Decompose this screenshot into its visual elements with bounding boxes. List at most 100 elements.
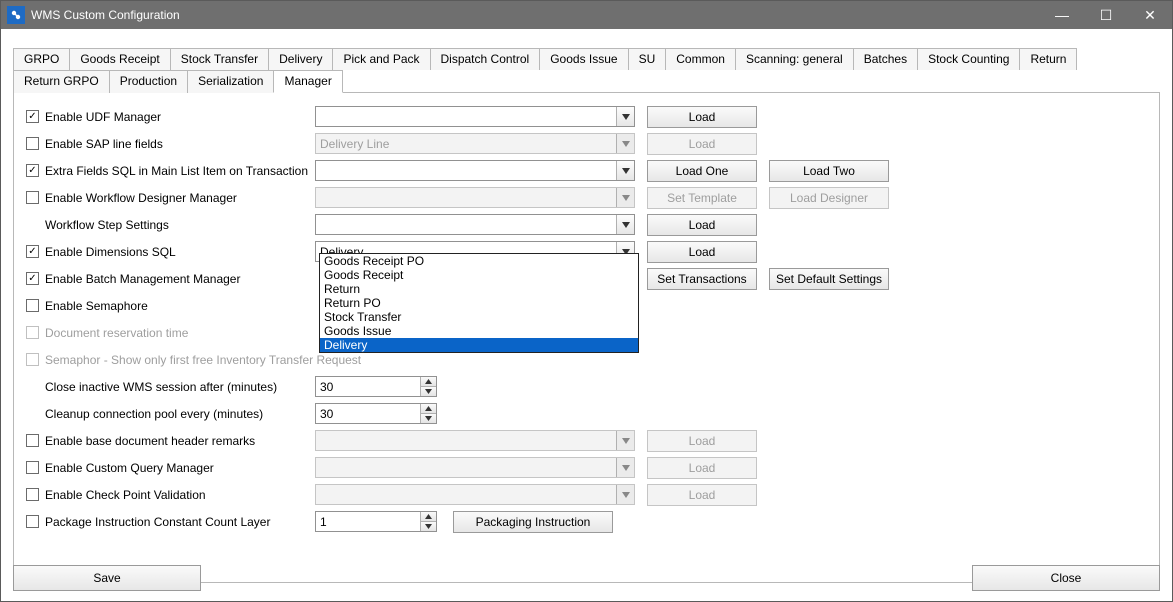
package-count-numeric[interactable]: 1 — [315, 511, 437, 532]
chevron-down-icon — [616, 188, 634, 207]
basedoc-remarks-checkbox[interactable] — [26, 434, 39, 447]
basedoc-combo — [315, 430, 635, 451]
tab-batches[interactable]: Batches — [853, 48, 918, 70]
window-title: WMS Custom Configuration — [31, 8, 1040, 22]
tab-pick-and-pack[interactable]: Pick and Pack — [332, 48, 430, 70]
tab-return-grpo[interactable]: Return GRPO — [13, 70, 110, 93]
enable-dimensions-checkbox[interactable]: ✓ — [26, 245, 39, 258]
load-one-button[interactable]: Load One — [647, 160, 757, 182]
spin-up-icon[interactable] — [421, 404, 436, 414]
close-inactive-numeric[interactable]: 30 — [315, 376, 437, 397]
checkpoint-checkbox[interactable] — [26, 488, 39, 501]
set-transactions-button[interactable]: Set Transactions — [647, 268, 757, 290]
maximize-button[interactable]: ☐ — [1084, 1, 1128, 29]
tab-serialization[interactable]: Serialization — [187, 70, 274, 93]
semaphor-firstfree-label: Semaphor - Show only first free Inventor… — [45, 353, 361, 367]
spin-down-icon[interactable] — [421, 414, 436, 423]
workflow-step-load-button[interactable]: Load — [647, 214, 757, 236]
close-inactive-label: Close inactive WMS session after (minute… — [45, 380, 315, 394]
workflow-step-combo[interactable] — [315, 214, 635, 235]
extra-combo[interactable] — [315, 160, 635, 181]
enable-batch-checkbox[interactable]: ✓ — [26, 272, 39, 285]
enable-semaphore-checkbox[interactable] — [26, 299, 39, 312]
enable-sap-label: Enable SAP line fields — [45, 137, 315, 151]
sap-load-button: Load — [647, 133, 757, 155]
chevron-down-icon[interactable] — [616, 161, 634, 180]
basedoc-remarks-label: Enable base document header remarks — [45, 434, 315, 448]
dimensions-dropdown-list[interactable]: Goods Receipt POGoods ReceiptReturnRetur… — [319, 253, 639, 353]
dimensions-load-button[interactable]: Load — [647, 241, 757, 263]
spin-down-icon[interactable] — [421, 522, 436, 531]
set-default-settings-button[interactable]: Set Default Settings — [769, 268, 889, 290]
main-window: WMS Custom Configuration — ☐ ✕ GRPOGoods… — [0, 0, 1173, 602]
tab-strip: GRPOGoods ReceiptStock TransferDeliveryP… — [13, 47, 1160, 93]
dropdown-item[interactable]: Return — [320, 282, 638, 296]
footer-bar: Save Close — [13, 565, 1160, 591]
minimize-button[interactable]: — — [1040, 1, 1084, 29]
app-icon — [7, 6, 25, 24]
dropdown-item[interactable]: Delivery — [320, 338, 638, 352]
tab-scanning-general[interactable]: Scanning: general — [735, 48, 854, 70]
sap-combo: Delivery Line — [315, 133, 635, 154]
tab-grpo[interactable]: GRPO — [13, 48, 70, 70]
document-reservation-label: Document reservation time — [45, 326, 315, 340]
chevron-down-icon[interactable] — [616, 107, 634, 126]
spin-up-icon[interactable] — [421, 512, 436, 522]
extra-fields-checkbox[interactable]: ✓ — [26, 164, 39, 177]
udf-combo[interactable] — [315, 106, 635, 127]
tab-body-manager: ✓ Enable UDF Manager Load Enable SAP lin… — [13, 93, 1160, 583]
workflow-combo — [315, 187, 635, 208]
spin-down-icon[interactable] — [421, 387, 436, 396]
package-instruction-label: Package Instruction Constant Count Layer — [45, 515, 315, 529]
tab-delivery[interactable]: Delivery — [268, 48, 333, 70]
close-window-button[interactable]: ✕ — [1128, 1, 1172, 29]
semaphor-firstfree-checkbox — [26, 353, 39, 366]
workflow-designer-checkbox[interactable] — [26, 191, 39, 204]
client-area: GRPOGoods ReceiptStock TransferDeliveryP… — [1, 29, 1172, 601]
dropdown-item[interactable]: Goods Receipt PO — [320, 254, 638, 268]
custom-query-label: Enable Custom Query Manager — [45, 461, 315, 475]
chevron-down-icon — [616, 134, 634, 153]
dropdown-item[interactable]: Goods Issue — [320, 324, 638, 338]
workflow-step-label: Workflow Step Settings — [45, 218, 315, 232]
spin-up-icon[interactable] — [421, 377, 436, 387]
checkpoint-label: Enable Check Point Validation — [45, 488, 315, 502]
close-button[interactable]: Close — [972, 565, 1160, 591]
enable-batch-label: Enable Batch Management Manager — [45, 272, 315, 286]
tab-production[interactable]: Production — [109, 70, 188, 93]
tab-manager[interactable]: Manager — [273, 70, 342, 93]
load-two-button[interactable]: Load Two — [769, 160, 889, 182]
tab-goods-receipt[interactable]: Goods Receipt — [69, 48, 170, 70]
custom-query-combo — [315, 457, 635, 478]
tab-return[interactable]: Return — [1019, 48, 1077, 70]
enable-sap-checkbox[interactable] — [26, 137, 39, 150]
basedoc-load-button: Load — [647, 430, 757, 452]
chevron-down-icon — [616, 485, 634, 504]
dropdown-item[interactable]: Return PO — [320, 296, 638, 310]
tab-su[interactable]: SU — [628, 48, 667, 70]
chevron-down-icon[interactable] — [616, 215, 634, 234]
dropdown-item[interactable]: Stock Transfer — [320, 310, 638, 324]
udf-load-button[interactable]: Load — [647, 106, 757, 128]
tab-stock-transfer[interactable]: Stock Transfer — [170, 48, 269, 70]
packaging-instruction-button[interactable]: Packaging Instruction — [453, 511, 613, 533]
custom-query-checkbox[interactable] — [26, 461, 39, 474]
set-template-button: Set Template — [647, 187, 757, 209]
save-button[interactable]: Save — [13, 565, 201, 591]
chevron-down-icon — [616, 458, 634, 477]
dropdown-item[interactable]: Goods Receipt — [320, 268, 638, 282]
tab-common[interactable]: Common — [665, 48, 736, 70]
checkpoint-load-button: Load — [647, 484, 757, 506]
enable-udf-checkbox[interactable]: ✓ — [26, 110, 39, 123]
cleanup-pool-numeric[interactable]: 30 — [315, 403, 437, 424]
enable-dimensions-label: Enable Dimensions SQL — [45, 245, 315, 259]
enable-semaphore-label: Enable Semaphore — [45, 299, 315, 313]
load-designer-button: Load Designer — [769, 187, 889, 209]
cleanup-pool-label: Cleanup connection pool every (minutes) — [45, 407, 315, 421]
titlebar: WMS Custom Configuration — ☐ ✕ — [1, 1, 1172, 29]
tab-stock-counting[interactable]: Stock Counting — [917, 48, 1020, 70]
package-instruction-checkbox[interactable] — [26, 515, 39, 528]
tab-dispatch-control[interactable]: Dispatch Control — [430, 48, 541, 70]
chevron-down-icon — [616, 431, 634, 450]
tab-goods-issue[interactable]: Goods Issue — [539, 48, 628, 70]
